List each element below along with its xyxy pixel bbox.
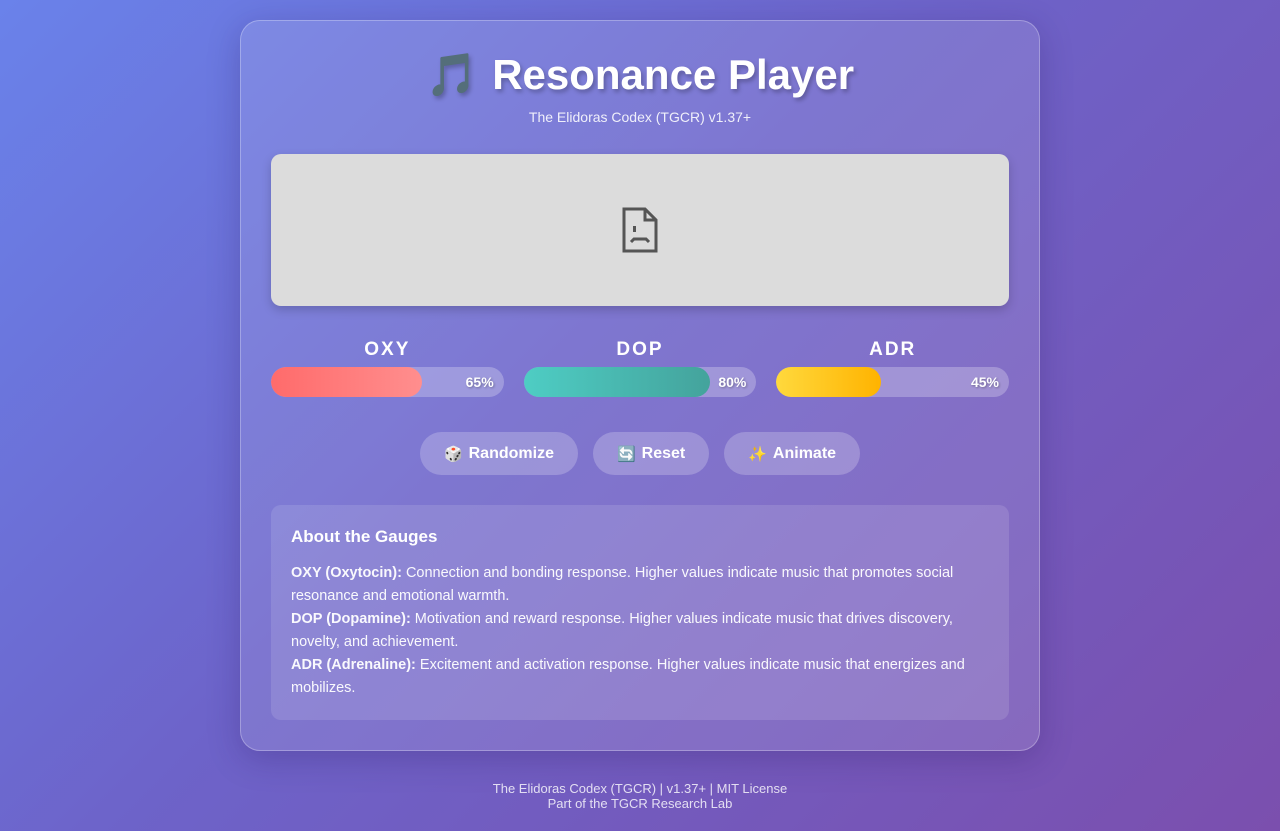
gauge-label: DOP	[616, 339, 664, 360]
gauge-track: 80%	[523, 367, 757, 397]
randomize-button[interactable]: 🎲 Randomize	[419, 432, 578, 475]
refresh-icon: 🔄	[616, 445, 636, 463]
animate-label: Animate	[772, 444, 837, 462]
gauge-fill	[523, 367, 710, 397]
gauges: OXY 65% DOP 80% ADR 45%	[271, 339, 1010, 397]
about-term-dop: DOP (Dopamine):	[291, 611, 411, 627]
about-description: OXY (Oxytocin): Connection and bonding r…	[291, 562, 989, 700]
gauge-value: 45%	[970, 374, 1000, 390]
randomize-label: Randomize	[468, 444, 554, 462]
gauge-track: 65%	[271, 367, 504, 397]
gauge-fill	[271, 367, 423, 397]
about-term-adr: ADR (Adrenaline):	[291, 657, 416, 673]
gauge-adr: ADR 45%	[776, 339, 1010, 397]
footer: The Elidoras Codex (TGCR) | v1.37+ | MIT…	[0, 781, 1280, 811]
dice-icon: 🎲	[443, 445, 463, 463]
header: 🎵 Resonance Player	[241, 51, 1039, 99]
reset-button[interactable]: 🔄 Reset	[592, 432, 710, 475]
page-subtitle: The Elidoras Codex (TGCR) v1.37+	[528, 109, 752, 125]
animate-button[interactable]: ✨ Animate	[724, 432, 861, 475]
about-panel: About the Gauges OXY (Oxytocin): Connect…	[271, 505, 1009, 720]
controls: 🎲 Randomize 🔄 Reset ✨ Animate	[241, 432, 1039, 475]
gauge-oxy: OXY 65%	[271, 339, 504, 397]
footer-line-2: Part of the TGCR Research Lab	[547, 796, 733, 811]
gauge-label: OXY	[364, 339, 411, 360]
reset-label: Reset	[641, 444, 686, 462]
about-title: About the Gauges	[291, 527, 438, 546]
gauge-dop: DOP 80%	[523, 339, 757, 397]
gauge-fill	[776, 367, 882, 397]
footer-line-1: The Elidoras Codex (TGCR) | v1.37+ | MIT…	[492, 781, 788, 796]
gauge-value: 80%	[718, 374, 747, 390]
musical-notes-icon: 🎵	[425, 51, 479, 98]
player-card: 🎵 Resonance Player The Elidoras Codex (T…	[240, 20, 1040, 751]
gauge-track: 45%	[776, 367, 1010, 397]
gauge-label: ADR	[869, 339, 917, 360]
broken-file-icon	[622, 207, 658, 253]
sparkles-icon: ✨	[748, 445, 767, 463]
visualization-panel	[271, 154, 1009, 306]
about-term-oxy: OXY (Oxytocin):	[291, 565, 402, 581]
page-title: Resonance Player	[492, 51, 855, 98]
gauge-value: 65%	[465, 374, 494, 390]
